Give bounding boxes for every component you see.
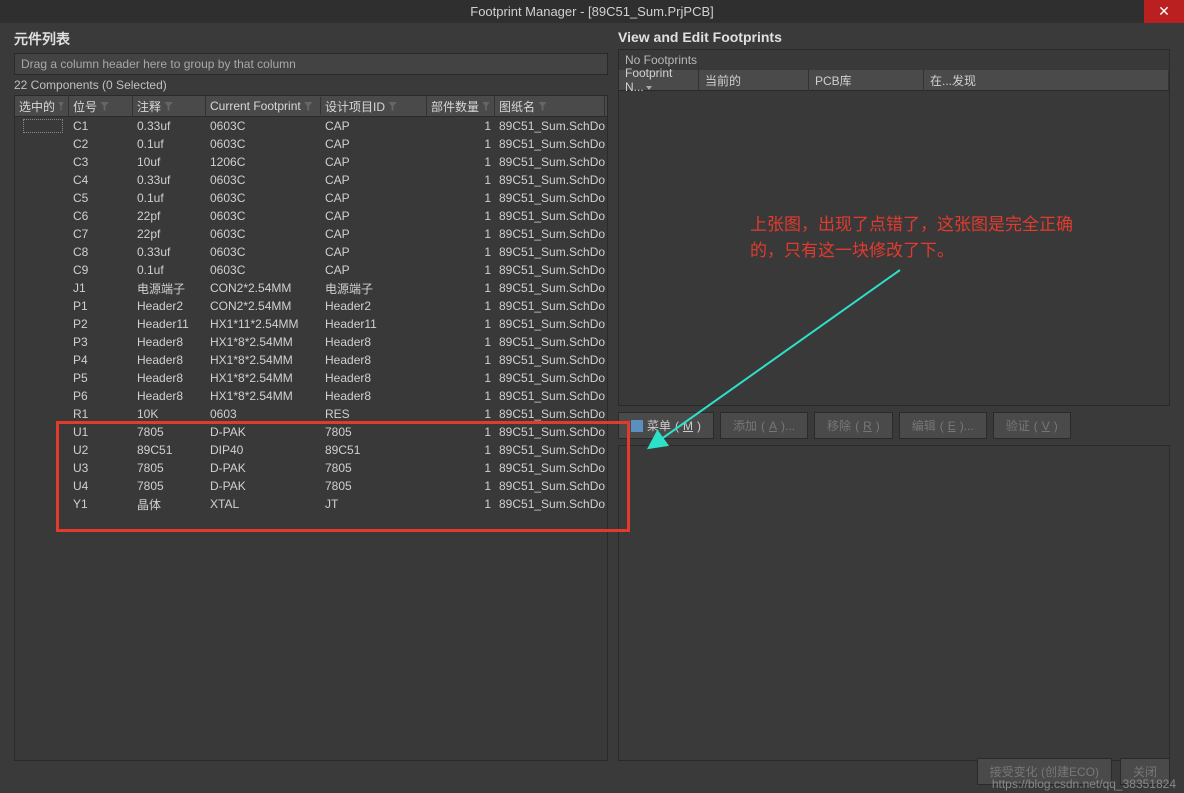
validate-button[interactable]: 验证 (V): [993, 412, 1071, 439]
table-row[interactable]: P3Header8HX1*8*2.54MMHeader8189C51_Sum.S…: [15, 333, 607, 351]
chevron-down-icon[interactable]: [646, 86, 652, 90]
filter-icon[interactable]: [164, 102, 173, 111]
col-foundin[interactable]: 在...发现: [924, 70, 1169, 91]
table-row[interactable]: U37805D-PAK7805189C51_Sum.SchDoc: [15, 459, 607, 477]
col-partcount[interactable]: 部件数量: [427, 96, 495, 117]
right-section-title: View and Edit Footprints: [618, 23, 1170, 49]
table-row[interactable]: P6Header8HX1*8*2.54MMHeader8189C51_Sum.S…: [15, 387, 607, 405]
table-row[interactable]: R110K0603RES189C51_Sum.SchDoc: [15, 405, 607, 423]
col-pcblib[interactable]: PCB库: [809, 70, 924, 91]
table-row[interactable]: C50.1uf0603CCAP189C51_Sum.SchDoc: [15, 189, 607, 207]
table-row[interactable]: Y1晶体XTALJT189C51_Sum.SchDoc: [15, 495, 607, 513]
col-footprint[interactable]: Current Footprint: [206, 97, 321, 115]
table-row[interactable]: C20.1uf0603CCAP189C51_Sum.SchDoc: [15, 135, 607, 153]
left-section-title: 元件列表: [14, 23, 608, 53]
table-row[interactable]: C622pf0603CCAP189C51_Sum.SchDoc: [15, 207, 607, 225]
filter-icon[interactable]: [388, 102, 397, 111]
table-row[interactable]: P5Header8HX1*8*2.54MMHeader8189C51_Sum.S…: [15, 369, 607, 387]
filter-icon[interactable]: [304, 102, 313, 111]
footprint-preview: [618, 445, 1170, 761]
table-row[interactable]: C310uf1206CCAP189C51_Sum.SchDoc: [15, 153, 607, 171]
col-designid[interactable]: 设计项目ID: [321, 96, 427, 117]
col-comment[interactable]: 注释: [133, 96, 206, 117]
no-footprints-msg: No Footprints: [619, 50, 1169, 70]
footprint-buttons: 菜单 (M) 添加 (A)... 移除 (R) 编辑 (E)... 验证 (V): [618, 412, 1170, 439]
group-by-bar[interactable]: Drag a column header here to group by th…: [14, 53, 608, 75]
table-row[interactable]: P4Header8HX1*8*2.54MMHeader8189C51_Sum.S…: [15, 351, 607, 369]
footprint-header-row: Footprint N... 当前的 PCB库 在...发现: [619, 70, 1169, 90]
filter-icon[interactable]: [58, 102, 64, 111]
edit-button[interactable]: 编辑 (E)...: [899, 412, 987, 439]
col-sheet[interactable]: 图纸名: [495, 96, 605, 117]
menu-button[interactable]: 菜单 (M): [618, 412, 714, 439]
filter-icon[interactable]: [100, 102, 109, 111]
component-count-status: 22 Components (0 Selected): [14, 75, 608, 95]
table-row[interactable]: P1Header2CON2*2.54MMHeader2189C51_Sum.Sc…: [15, 297, 607, 315]
table-row[interactable]: U17805D-PAK7805189C51_Sum.SchDoc: [15, 423, 607, 441]
menu-icon: [631, 420, 643, 432]
watermark: https://blog.csdn.net/qq_38351824: [992, 777, 1176, 791]
table-row[interactable]: C10.33uf0603CCAP189C51_Sum.SchDoc: [15, 117, 607, 135]
table-row[interactable]: J1电源端子CON2*2.54MM电源端子189C51_Sum.SchDoc: [15, 279, 607, 297]
remove-button[interactable]: 移除 (R): [814, 412, 893, 439]
footprints-grid: No Footprints Footprint N... 当前的 PCB库 在.…: [618, 49, 1170, 91]
col-selected[interactable]: 选中的: [15, 96, 69, 117]
window-title: Footprint Manager - [89C51_Sum.PrjPCB]: [470, 4, 714, 19]
grid-header-row: 选中的 位号 注释 Current Footprint 设计项目ID 部件数量 …: [15, 96, 607, 117]
table-row[interactable]: C722pf0603CCAP189C51_Sum.SchDoc: [15, 225, 607, 243]
add-button[interactable]: 添加 (A)...: [720, 412, 808, 439]
table-row[interactable]: C40.33uf0603CCAP189C51_Sum.SchDoc: [15, 171, 607, 189]
close-icon: ✕: [1158, 3, 1170, 20]
components-grid: 选中的 位号 注释 Current Footprint 设计项目ID 部件数量 …: [14, 95, 608, 761]
filter-icon[interactable]: [482, 102, 490, 111]
table-row[interactable]: P2Header11HX1*11*2.54MMHeader11189C51_Su…: [15, 315, 607, 333]
annotation-text: 上张图，出现了点错了，这张图是完全正确 的，只有这一块修改了下。: [750, 212, 1170, 264]
close-button[interactable]: ✕: [1144, 0, 1184, 23]
titlebar: Footprint Manager - [89C51_Sum.PrjPCB] ✕: [0, 0, 1184, 23]
table-row[interactable]: U47805D-PAK7805189C51_Sum.SchDoc: [15, 477, 607, 495]
filter-icon[interactable]: [538, 102, 547, 111]
col-designator[interactable]: 位号: [69, 96, 133, 117]
table-row[interactable]: C80.33uf0603CCAP189C51_Sum.SchDoc: [15, 243, 607, 261]
table-row[interactable]: U289C51DIP4089C51189C51_Sum.SchDoc: [15, 441, 607, 459]
table-row[interactable]: C90.1uf0603CCAP189C51_Sum.SchDoc: [15, 261, 607, 279]
col-current[interactable]: 当前的: [699, 70, 809, 91]
